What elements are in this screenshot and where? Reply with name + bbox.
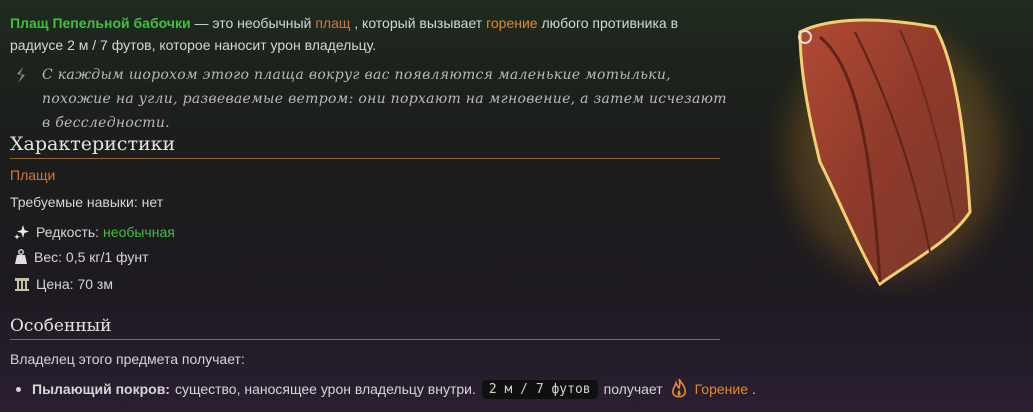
special-heading: Особенный: [10, 316, 720, 340]
skills-value: нет: [141, 194, 164, 210]
category-label[interactable]: Плащи: [10, 167, 55, 183]
bullet-item: Пылающий покров: существо, наносящее уро…: [16, 378, 756, 400]
item-image: [765, 4, 1025, 300]
range-code: 2 м / 7 футов: [481, 379, 598, 399]
price-text: Цена: 70 зм: [36, 276, 113, 292]
flame-icon: [671, 378, 686, 398]
category-link[interactable]: плащ: [315, 15, 350, 31]
period: .: [752, 381, 756, 397]
coins-icon: [15, 278, 29, 291]
item-name: Плащ Пепельной бабочки: [10, 15, 191, 31]
weight-icon: [15, 249, 27, 264]
gets-text: получает: [603, 381, 663, 397]
quote-text: С каждым шорохом этого плаща вокруг вас …: [42, 67, 727, 131]
sparkle-icon: [14, 225, 29, 240]
flavor-quote: С каждым шорохом этого плаща вокруг вас …: [12, 63, 732, 135]
bullet-dot: [16, 386, 21, 392]
feature-name: Пылающий покров:: [32, 381, 170, 397]
intro-text-1: — это необычный: [190, 15, 316, 31]
price-row: Цена: 70 зм: [14, 276, 113, 292]
quote-marker-icon: [17, 67, 25, 83]
item-description: Плащ Пепельной бабочки — это необычный п…: [10, 12, 730, 56]
weight-row: Вес: 0,5 кг/1 фунт: [14, 249, 149, 265]
burn-link[interactable]: горение: [486, 15, 538, 31]
weight-text: Вес: 0,5 кг/1 фунт: [34, 249, 149, 265]
rarity-value: необычная: [103, 224, 175, 240]
owner-text: Владелец этого предмета получает:: [10, 351, 245, 367]
burning-status-link[interactable]: Горение: [695, 381, 748, 397]
rarity-label: Редкость:: [36, 224, 100, 240]
feature-text: существо, наносящее урон владельцу внутр…: [174, 381, 476, 397]
intro-text-2: , который вызывает: [350, 15, 487, 31]
skills-label: Требуемые навыки:: [10, 194, 138, 210]
required-skills: Требуемые навыки: нет: [10, 194, 163, 210]
characteristics-heading: Характеристики: [10, 133, 720, 159]
rarity-row: Редкость: необычная: [14, 224, 175, 240]
